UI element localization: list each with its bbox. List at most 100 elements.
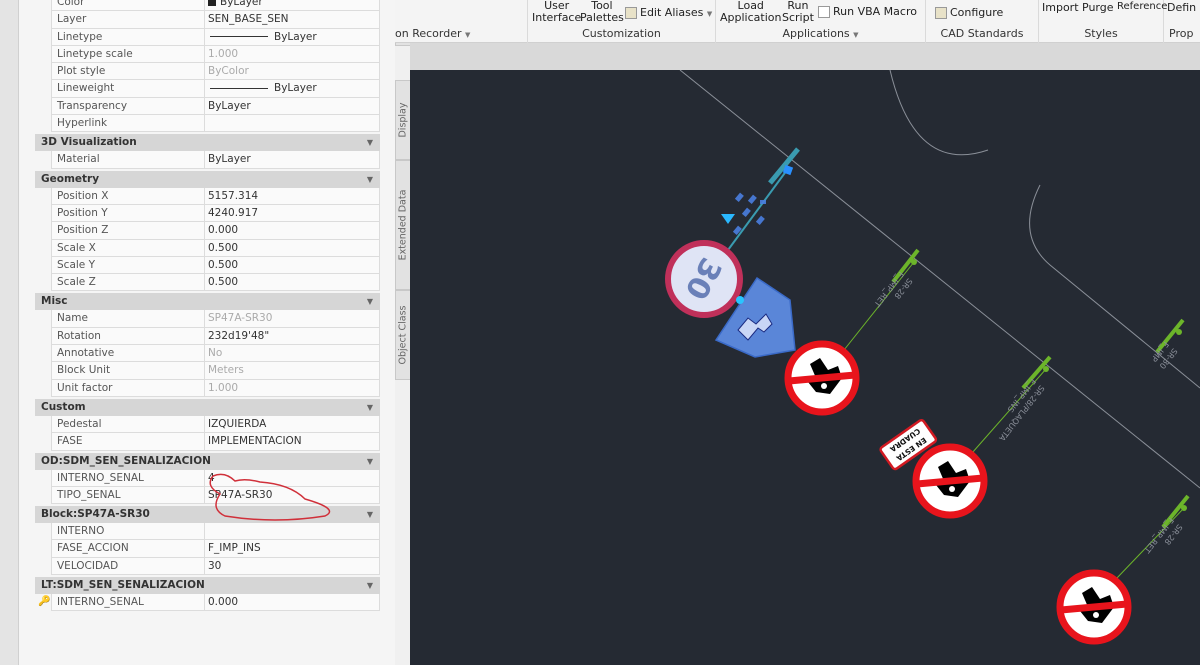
property-value[interactable]: 1.000 — [205, 380, 379, 396]
configure-button[interactable]: Configure — [935, 6, 1003, 19]
section-header[interactable]: Custom ▼ — [35, 398, 380, 416]
no-parking-sign[interactable] — [784, 340, 860, 416]
property-value[interactable]: 232d19'48" — [205, 328, 379, 344]
property-row[interactable]: Linetype scale 1.000 — [51, 45, 380, 64]
tab-object-class[interactable]: Object Class — [395, 290, 411, 380]
import-button[interactable]: Import — [1042, 1, 1079, 14]
property-value[interactable]: No — [205, 345, 379, 361]
property-value[interactable]: F_IMP_INS — [205, 540, 379, 556]
no-parking-sign[interactable] — [912, 443, 988, 519]
property-value[interactable]: 30 — [205, 558, 379, 574]
property-row[interactable]: Name SP47A-SR30 — [51, 310, 380, 328]
reference-button[interactable]: Reference — [1117, 1, 1167, 12]
tab-extended-data[interactable]: Extended Data — [395, 160, 411, 290]
property-row[interactable]: Linetype ByLayer — [51, 28, 380, 46]
property-row[interactable]: Scale Y 0.500 — [51, 256, 380, 275]
property-row[interactable]: Hyperlink — [51, 115, 380, 133]
property-value[interactable]: ByLayer — [205, 151, 379, 167]
property-value[interactable]: ByLayer — [205, 29, 379, 45]
property-row[interactable]: VELOCIDAD 30 — [51, 557, 380, 576]
define-button[interactable]: Defin — [1167, 1, 1196, 14]
property-name: Linetype — [52, 28, 205, 45]
purge-button[interactable]: Purge — [1082, 1, 1114, 14]
property-value[interactable] — [205, 523, 379, 539]
property-row[interactable]: INTERNO_SENAL 4 — [51, 469, 380, 487]
property-value[interactable]: 5157.314 — [205, 188, 379, 204]
user-interface-button[interactable]: User Interface — [532, 0, 581, 24]
drawing-canvas[interactable]: 30 SR-28 F_IMP_RET SR-28/PLAQUETA F_IMP_INS… — [410, 70, 1200, 665]
section-header[interactable]: 3D Visualization ▼ — [35, 134, 380, 152]
property-row[interactable]: Material ByLayer — [51, 151, 380, 169]
sign-post[interactable]: SR-28F_IMP_RET — [1115, 494, 1190, 580]
property-row[interactable]: Layer SEN_BASE_SEN — [51, 11, 380, 29]
collapse-chevron-icon[interactable]: ▼ — [367, 506, 373, 523]
load-application-button[interactable]: Load Application — [720, 0, 781, 24]
section-header[interactable]: OD:SDM_SEN_SENALIZACION ▼ — [35, 452, 380, 470]
collapse-chevron-icon[interactable]: ▼ — [367, 293, 373, 310]
red-annotation-loop — [209, 473, 331, 521]
collapse-chevron-icon[interactable]: ▼ — [367, 453, 373, 470]
property-row[interactable]: Rotation 232d19'48" — [51, 327, 380, 346]
selected-post[interactable] — [721, 147, 800, 251]
property-row[interactable]: Position X 5157.314 — [51, 187, 380, 205]
property-row[interactable]: Position Y 4240.917 — [51, 204, 380, 223]
property-value[interactable]: ByLayer — [205, 80, 379, 96]
property-value[interactable]: SP47A-SR30 — [205, 310, 379, 326]
property-row[interactable]: Block Unit Meters — [51, 362, 380, 380]
property-name: Rotation — [52, 327, 205, 345]
property-name: Color — [52, 0, 205, 11]
property-value[interactable]: 0.000 — [205, 222, 379, 238]
property-value[interactable]: 0.500 — [205, 257, 379, 273]
property-name: Unit factor — [52, 379, 205, 396]
property-row[interactable]: Position Z 0.000 — [51, 222, 380, 240]
property-row[interactable]: Annotative No — [51, 345, 380, 363]
property-row[interactable]: Scale X 0.500 — [51, 239, 380, 257]
property-row[interactable]: Unit factor 1.000 — [51, 379, 380, 397]
sign-post[interactable]: SR-28F_IMP_RET — [843, 248, 920, 351]
property-row[interactable]: Lineweight ByLayer — [51, 80, 380, 98]
property-value[interactable]: IMPLEMENTACION — [205, 433, 379, 449]
property-value[interactable]: 0.500 — [205, 240, 379, 256]
property-value[interactable]: 1.000 — [205, 46, 379, 62]
property-value[interactable]: ByLayer — [205, 98, 379, 114]
group-applications[interactable]: Applications ▼ — [716, 27, 925, 40]
property-row[interactable]: 🔑 INTERNO_SENAL 0.000 — [38, 594, 380, 612]
section-header[interactable]: Geometry ▼ — [35, 170, 380, 188]
property-row[interactable]: Transparency ByLayer — [51, 97, 380, 116]
property-value[interactable]: ByLayer — [205, 0, 379, 10]
collapse-chevron-icon[interactable]: ▼ — [367, 577, 373, 594]
property-value[interactable]: ByColor — [205, 63, 379, 79]
property-value[interactable]: SEN_BASE_SEN — [205, 11, 379, 27]
collapse-chevron-icon[interactable]: ▼ — [367, 399, 373, 416]
property-row[interactable]: FASE IMPLEMENTACION — [51, 433, 380, 451]
group-action-recorder[interactable]: on Recorder ▼ — [395, 27, 527, 40]
section-header[interactable]: Misc ▼ — [35, 293, 380, 311]
property-row[interactable]: INTERNO — [51, 523, 380, 541]
property-row[interactable]: FASE_ACCION F_IMP_INS — [51, 540, 380, 558]
tool-palettes-button[interactable]: Tool Palettes — [580, 0, 624, 24]
section-header[interactable]: LT:SDM_SEN_SENALIZACION ▼ — [35, 577, 380, 595]
palette-title-strip[interactable] — [0, 0, 19, 665]
property-value[interactable]: Meters — [205, 362, 379, 378]
property-row[interactable]: Plot style ByColor — [51, 63, 380, 81]
property-name: Plot style — [52, 63, 205, 80]
no-parking-sign[interactable] — [1056, 569, 1132, 645]
run-script-button[interactable]: Run Script — [782, 0, 814, 24]
sign-post[interactable]: SR-28/PLAQUETAF_IMP_INS — [971, 355, 1052, 454]
property-value[interactable] — [205, 115, 379, 131]
tab-display[interactable]: Display — [395, 80, 411, 160]
property-value[interactable]: 4240.917 — [205, 205, 379, 221]
edit-aliases-button[interactable]: Edit Aliases ▼ — [625, 6, 712, 19]
collapse-chevron-icon[interactable]: ▼ — [367, 134, 373, 151]
sign-post[interactable]: SR-30F_IMP — [1149, 318, 1185, 371]
run-vba-macro-button[interactable]: Run VBA Macro — [818, 5, 917, 18]
property-value[interactable]: 0.000 — [205, 594, 379, 610]
property-row[interactable]: Color ByLayer — [51, 0, 380, 12]
property-row[interactable]: Scale Z 0.500 — [51, 274, 380, 292]
property-row[interactable]: Pedestal IZQUIERDA — [51, 415, 380, 434]
property-value[interactable]: IZQUIERDA — [205, 416, 379, 432]
collapse-chevron-icon[interactable]: ▼ — [367, 171, 373, 188]
property-value[interactable]: 0.500 — [205, 274, 379, 290]
speed-limit-sign[interactable]: 30 — [665, 240, 743, 318]
property-row[interactable]: TIPO_SENAL SP47A-SR30 — [51, 486, 380, 505]
